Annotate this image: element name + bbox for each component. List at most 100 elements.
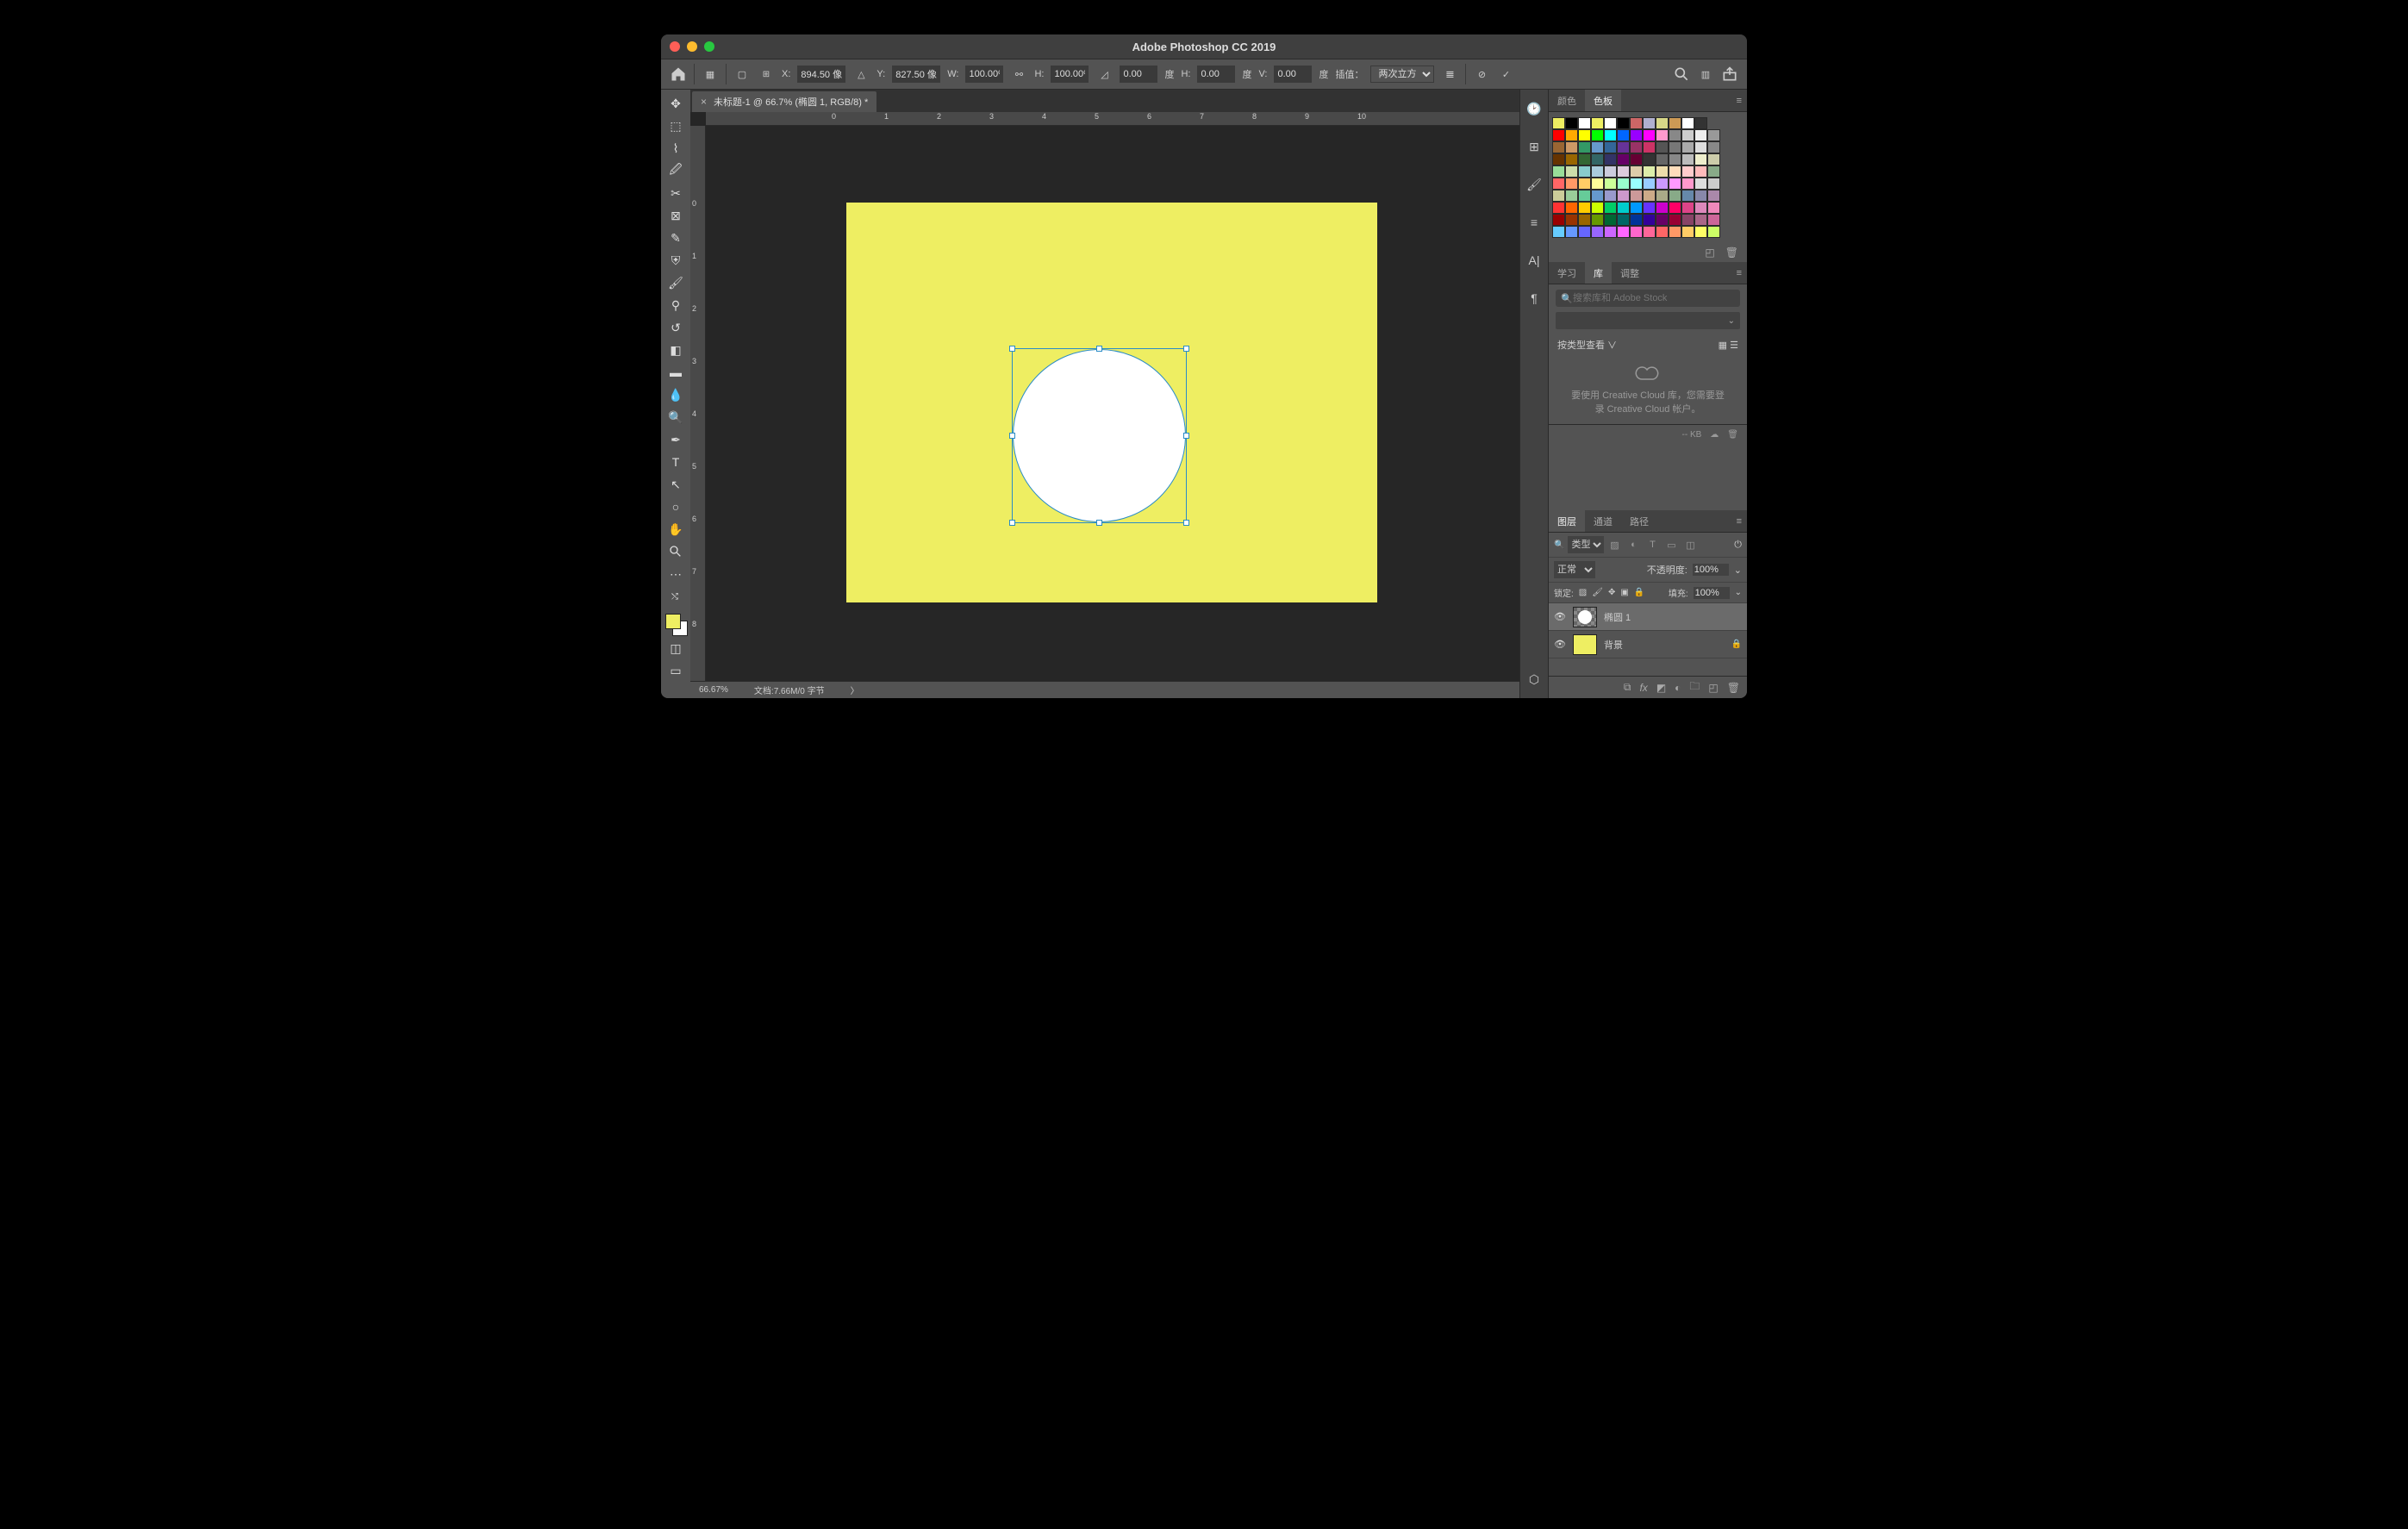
quickmask-tool[interactable]: ◫ — [664, 638, 688, 658]
crop-tool[interactable]: ✂ — [664, 183, 688, 203]
history-brush-tool[interactable]: ↺ — [664, 317, 688, 338]
window-minimize-button[interactable] — [687, 41, 697, 52]
swatch[interactable] — [1565, 226, 1578, 238]
layer-thumbnail[interactable] — [1573, 634, 1597, 655]
lock-all-icon[interactable]: 🔒 — [1634, 588, 1644, 597]
adjustments-tab[interactable]: 调整 — [1612, 262, 1648, 284]
swatch[interactable] — [1643, 141, 1656, 153]
swatch[interactable] — [1681, 129, 1694, 141]
swatch[interactable] — [1552, 190, 1565, 202]
swatch[interactable] — [1552, 129, 1565, 141]
transform-handle[interactable] — [1009, 520, 1015, 526]
swatch[interactable] — [1681, 190, 1694, 202]
adjustment-layer-icon[interactable]: ◐ — [1675, 682, 1681, 694]
transform-handle[interactable] — [1096, 520, 1102, 526]
workspace-icon[interactable]: ▥ — [1697, 66, 1714, 83]
swatch[interactable] — [1669, 190, 1681, 202]
move-tool[interactable]: ✥ — [664, 93, 688, 114]
view-by-type-label[interactable]: 按类型查看 ∨ — [1557, 338, 1617, 352]
swatch[interactable] — [1643, 178, 1656, 190]
grid-view-icon[interactable]: ▦ — [1719, 340, 1727, 351]
swap-colors-icon[interactable]: ⤭ — [663, 586, 687, 607]
library-search-input[interactable] — [1556, 290, 1740, 307]
swatch[interactable] — [1552, 202, 1565, 214]
swatch[interactable] — [1552, 214, 1565, 226]
swatch[interactable] — [1681, 153, 1694, 165]
dodge-tool[interactable]: 🔍 — [664, 407, 688, 427]
share-icon[interactable] — [1721, 66, 1738, 83]
delete-swatch-icon[interactable]: 🗑 — [1725, 247, 1738, 259]
swatch[interactable] — [1604, 202, 1617, 214]
transform-handle[interactable] — [1183, 433, 1189, 439]
layer-thumbnail[interactable] — [1573, 607, 1597, 627]
layer-item[interactable]: 👁 背景 🔒 — [1549, 631, 1747, 658]
swatch[interactable] — [1604, 165, 1617, 178]
swatch[interactable] — [1681, 165, 1694, 178]
clone-tool[interactable]: ⚲ — [664, 295, 688, 315]
lock-pixels-icon[interactable]: 🖌 — [1592, 588, 1603, 597]
fill-chevron-icon[interactable]: ⌄ — [1735, 588, 1742, 597]
swatch[interactable] — [1591, 226, 1604, 238]
pen-tool[interactable]: ✒ — [664, 429, 688, 450]
swatch[interactable] — [1643, 190, 1656, 202]
swatch[interactable] — [1578, 153, 1591, 165]
swatch[interactable] — [1630, 117, 1643, 129]
swatch[interactable] — [1694, 153, 1707, 165]
swatch[interactable] — [1578, 214, 1591, 226]
visibility-icon[interactable]: 👁 — [1554, 639, 1566, 650]
filter-smart-icon[interactable]: ◫ — [1683, 540, 1697, 551]
swatch[interactable] — [1656, 141, 1669, 153]
swatch[interactable] — [1604, 129, 1617, 141]
swatch[interactable] — [1643, 117, 1656, 129]
swatch[interactable] — [1707, 153, 1720, 165]
filter-shape-icon[interactable]: ▭ — [1664, 540, 1678, 551]
swatch[interactable] — [1630, 178, 1643, 190]
swatch[interactable] — [1694, 202, 1707, 214]
swatch[interactable] — [1630, 226, 1643, 238]
transform-handle[interactable] — [1183, 520, 1189, 526]
swatch[interactable] — [1578, 117, 1591, 129]
swatch[interactable] — [1617, 202, 1630, 214]
swatch[interactable] — [1604, 153, 1617, 165]
swatch[interactable] — [1656, 190, 1669, 202]
swatch[interactable] — [1656, 153, 1669, 165]
swatch[interactable] — [1707, 214, 1720, 226]
swatch[interactable] — [1604, 141, 1617, 153]
swatch[interactable] — [1643, 165, 1656, 178]
swatch[interactable] — [1707, 226, 1720, 238]
vskew-field[interactable] — [1274, 66, 1312, 83]
panel-menu-icon[interactable]: ≡ — [1737, 268, 1742, 278]
swatch[interactable] — [1669, 202, 1681, 214]
panel-menu-icon[interactable]: ≡ — [1737, 96, 1742, 106]
swatch[interactable] — [1643, 153, 1656, 165]
swatch[interactable] — [1694, 226, 1707, 238]
gradient-tool[interactable]: ▬ — [664, 362, 688, 383]
swatch[interactable] — [1617, 153, 1630, 165]
swatch[interactable] — [1565, 190, 1578, 202]
swatch[interactable] — [1694, 190, 1707, 202]
blend-mode-select[interactable]: 正常 — [1554, 561, 1595, 578]
swatch[interactable] — [1669, 165, 1681, 178]
swatch[interactable] — [1604, 214, 1617, 226]
delete-layer-icon[interactable]: 🗑 — [1727, 682, 1740, 694]
new-layer-icon[interactable]: ◰ — [1708, 682, 1718, 694]
interpolation-select[interactable]: 两次立方 — [1370, 66, 1434, 83]
swatch[interactable] — [1694, 117, 1707, 129]
swatch[interactable] — [1656, 129, 1669, 141]
swatch[interactable] — [1630, 141, 1643, 153]
transform-ref-icon[interactable]: ▦ — [702, 66, 719, 83]
swatch[interactable] — [1669, 129, 1681, 141]
swatch[interactable] — [1707, 141, 1720, 153]
swatch[interactable] — [1552, 165, 1565, 178]
swatch[interactable] — [1656, 214, 1669, 226]
eyedropper-tool[interactable]: ✎ — [664, 228, 688, 248]
swatch[interactable] — [1617, 129, 1630, 141]
swatch[interactable] — [1630, 165, 1643, 178]
swatch[interactable] — [1565, 153, 1578, 165]
library-dropdown[interactable]: ⌄ — [1556, 312, 1740, 329]
transform-handle[interactable] — [1009, 433, 1015, 439]
swatch[interactable] — [1681, 202, 1694, 214]
swatch[interactable] — [1578, 190, 1591, 202]
swatch[interactable] — [1630, 202, 1643, 214]
transform-handle[interactable] — [1096, 346, 1102, 352]
